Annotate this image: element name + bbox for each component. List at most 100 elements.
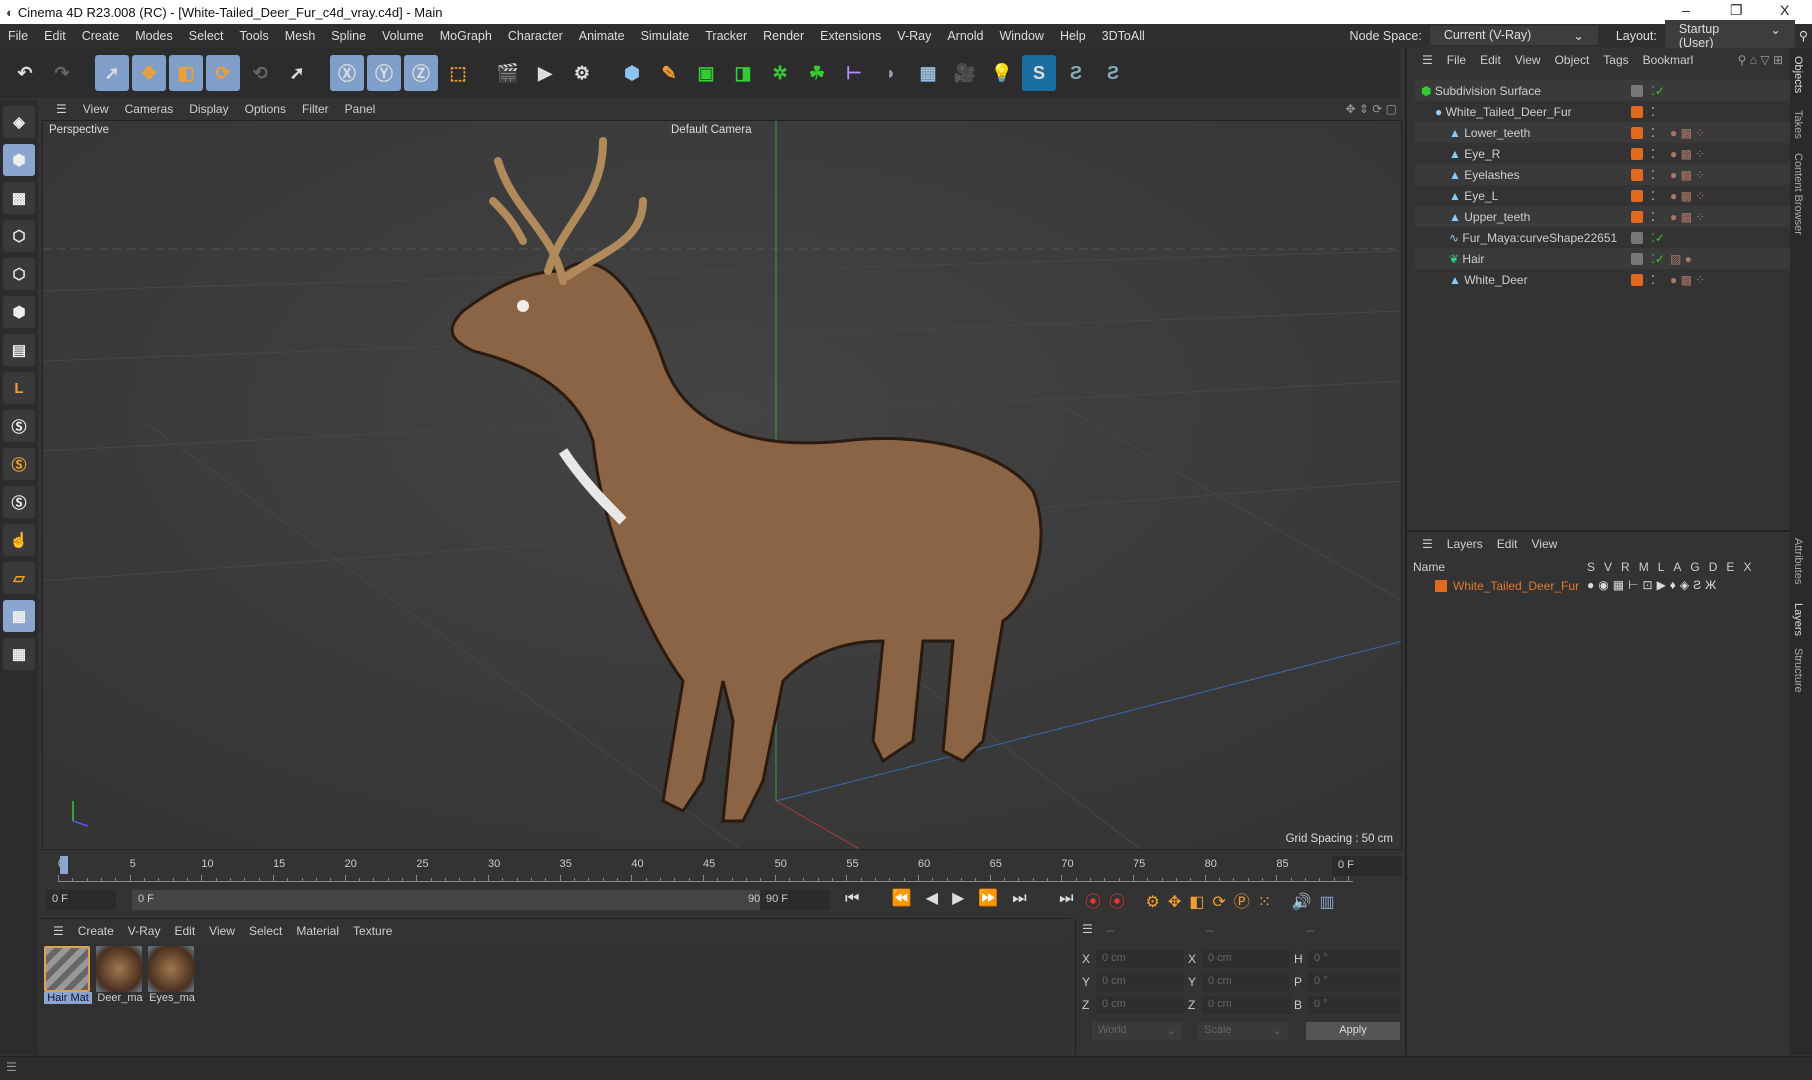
timeline-ruler[interactable]: 051015202530354045505560657075808590 0 F [40,852,1405,884]
playback-controls[interactable]: ⏮ ⏪◀▶⏩⏭ ⏭ [845,888,1088,908]
point-mode-icon[interactable]: ⬡ [3,220,35,252]
minimize-button[interactable]: – [1682,2,1690,18]
camera-label[interactable]: Default Camera [671,124,752,136]
field-icon[interactable]: ◗ [874,55,908,91]
menu-volume[interactable]: Volume [374,29,432,43]
menu-mograph[interactable]: MoGraph [432,29,500,43]
render-settings-icon[interactable]: ⚙ [565,55,599,91]
render-view-icon[interactable]: ▶ [528,55,562,91]
rotation-p-field[interactable]: 0 ° [1308,973,1400,991]
workplane-snap-icon[interactable]: Ⓢ [3,486,35,518]
material-tag-icons[interactable]: ● ▩ ⁘ [1670,147,1705,161]
position-x-field[interactable]: 0 cm [1096,950,1184,968]
material-tag-icons[interactable]: ● ▩ ⁘ [1670,168,1705,182]
end-frame-field[interactable]: 90 F [760,890,830,910]
check-icon[interactable]: ⁚✓ [1651,231,1665,245]
transform-mode-select[interactable]: Scale ⌄ [1198,1022,1288,1040]
vray-icon[interactable]: S [1022,55,1056,91]
hamburger-icon[interactable]: ☰ [1082,922,1093,936]
menu-character[interactable]: Character [500,29,571,43]
menu-create[interactable]: Create [74,29,128,43]
material-menu-edit[interactable]: Edit [167,924,202,938]
objects-menu-edit[interactable]: Edit [1473,53,1508,67]
material-tag-icons[interactable]: ▨ ● [1670,252,1692,266]
frame-range-slider[interactable]: 0 F 90 F [132,890,782,910]
menu-help[interactable]: Help [1052,29,1094,43]
axis-mode-icon[interactable]: L [3,372,35,404]
menu-file[interactable]: File [0,29,36,43]
viewport-menu-view[interactable]: View [75,102,117,116]
layers-menu-layers[interactable]: Layers [1440,537,1490,551]
floor-icon[interactable]: ▦ [911,55,945,91]
camera-icon[interactable]: 🎥 [948,55,982,91]
size-x-field[interactable]: 0 cm [1202,950,1290,968]
subdivision-icon[interactable]: ▣ [689,55,723,91]
rotation-b-field[interactable]: 0 ° [1308,996,1400,1014]
hamburger-icon[interactable]: ☰ [46,924,71,938]
viewport-menu-filter[interactable]: Filter [294,102,337,116]
deformer-icon[interactable]: ⊢ [837,55,871,91]
menu-tracker[interactable]: Tracker [697,29,755,43]
pen-icon[interactable]: ✎ [652,55,686,91]
redo-icon[interactable]: ↷ [45,55,79,91]
size-z-field[interactable]: 0 cm [1202,996,1290,1014]
start-frame-field[interactable]: 0 F [46,890,116,910]
menu-render[interactable]: Render [755,29,812,43]
menu-window[interactable]: Window [991,29,1051,43]
tab-structure[interactable]: Structure [1792,648,1804,693]
z-axis-icon[interactable]: Ⓩ [404,55,438,91]
object-row[interactable]: ▲ Lower_teeth ⁚ ● ▩ ⁘ [1415,122,1790,143]
menu-tools[interactable]: Tools [232,29,277,43]
close-button[interactable]: X [1780,2,1789,18]
position-z-field[interactable]: 0 cm [1096,996,1184,1014]
node-space-select[interactable]: Current (V-Ray) ⌄ [1429,26,1598,45]
layers-menu-view[interactable]: View [1524,537,1564,551]
check-icon[interactable]: ⁚✓ [1651,84,1665,98]
object-row[interactable]: ▲ Eye_R ⁚ ● ▩ ⁘ [1415,143,1790,164]
viewport-menu-panel[interactable]: Panel [337,102,384,116]
tab-objects[interactable]: Objects [1792,56,1804,93]
objects-menu-view[interactable]: View [1508,53,1548,67]
material-item[interactable]: Deer_ma [96,946,144,1004]
tab-layers[interactable]: Layers [1792,603,1804,636]
tweak-icon[interactable]: ☝ [3,524,35,556]
python-icon[interactable]: Ƨ [1096,55,1130,91]
playhead[interactable] [60,856,68,874]
restore-button[interactable]: ❐ [1730,2,1743,19]
coordinate-space-select[interactable]: World ⌄ [1092,1022,1182,1040]
layer-toggle-icons[interactable]: ●◉▦⊢⊡▶♦◈ƧЖ [1587,578,1720,592]
cloner-icon[interactable]: ✲ [763,55,797,91]
menu-vray[interactable]: V-Ray [889,29,939,43]
menu-select[interactable]: Select [181,29,232,43]
current-frame-field[interactable]: 0 F [1332,856,1402,876]
layer-row[interactable]: White_Tailed_Deer_Fur ●◉▦⊢⊡▶♦◈ƧЖ [1407,576,1790,596]
object-row[interactable]: ∿ Fur_Maya:curveShape22651 ⁚✓ [1415,227,1790,248]
y-axis-icon[interactable]: Ⓨ [367,55,401,91]
layer-name[interactable]: White_Tailed_Deer_Fur [1453,579,1579,593]
rotation-h-field[interactable]: 0 ° [1308,950,1400,968]
scale-tool-icon[interactable]: ◧ [169,55,203,91]
extrude-icon[interactable]: ◨ [726,55,760,91]
menu-spline[interactable]: Spline [323,29,374,43]
coordinate-system-icon[interactable]: ⬚ [441,55,475,91]
size-y-field[interactable]: 0 cm [1202,973,1290,991]
render-region-icon[interactable]: 🎬 [491,55,525,91]
object-row[interactable]: ▲ Upper_teeth ⁚ ● ▩ ⁘ [1415,206,1790,227]
viewport-menu-display[interactable]: Display [181,102,236,116]
texture-mode-icon[interactable]: ▩ [3,182,35,214]
hamburger-icon[interactable]: ☰ [6,1060,17,1074]
menu-modes[interactable]: Modes [127,29,181,43]
cube-icon[interactable]: ⬢ [615,55,649,91]
tab-content-browser[interactable]: Content Browser [1792,153,1804,235]
hamburger-icon[interactable]: ☰ [48,102,75,116]
objects-menu-tags[interactable]: Tags [1596,53,1635,67]
planar-workplane-icon[interactable]: ▦ [3,638,35,670]
material-menu-view[interactable]: View [202,924,242,938]
transform-icon[interactable]: ⟲ [243,55,277,91]
viewport-menu-cameras[interactable]: Cameras [117,102,182,116]
search-filter-icons[interactable]: ⚲ ⌂ ▽ ⊞ [1731,53,1790,67]
undo-icon[interactable]: ↶ [8,55,42,91]
hamburger-icon[interactable]: ☰ [1415,537,1440,551]
rotate-tool-icon[interactable]: ⟳ [206,55,240,91]
mograph-icon[interactable]: ☘ [800,55,834,91]
